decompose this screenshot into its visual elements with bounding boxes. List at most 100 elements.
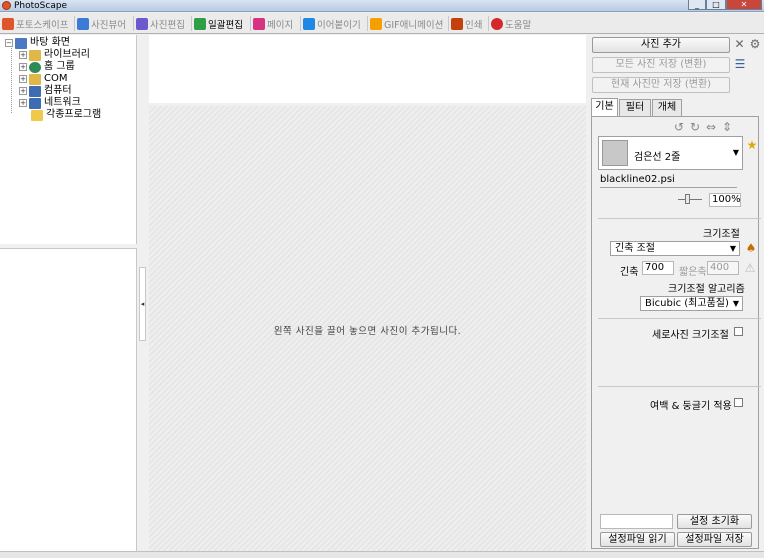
list-icon[interactable]: ☰ bbox=[733, 57, 747, 71]
print-icon bbox=[451, 18, 463, 30]
basic-tab-content: ↺ ↻ ⇔ ⇕ 검은선 2줄 ▼ ★ blackline02.psi 100% … bbox=[591, 116, 761, 549]
expand-toggle[interactable]: + bbox=[19, 99, 27, 107]
favorite-resize-icon[interactable]: ♠ bbox=[745, 241, 757, 255]
photoscape-app-icon bbox=[2, 1, 11, 10]
tab-label: 도움말 bbox=[505, 20, 532, 31]
expand-toggle[interactable]: + bbox=[19, 87, 27, 95]
chevron-down-icon: ▼ bbox=[729, 244, 736, 253]
rotate-left-icon[interactable]: ↺ bbox=[673, 120, 685, 134]
tree-item-programs[interactable]: 각종프로그램 bbox=[31, 109, 101, 121]
collapse-toggle[interactable]: − bbox=[5, 39, 13, 47]
opacity-slider-track[interactable] bbox=[678, 199, 702, 200]
editor-icon bbox=[136, 18, 148, 30]
tab-gif-animation[interactable]: GIF애니메이션 bbox=[370, 15, 443, 33]
batch-editor-icon bbox=[194, 18, 206, 30]
algorithm-select[interactable]: Bicubic (최고품질) ▼ bbox=[640, 296, 743, 311]
tab-basic[interactable]: 기본 bbox=[591, 98, 618, 116]
main-tab-bar: 포토스케이프 사진뷰어 사진편집 일괄편집 페이지 이어붙이기 GIF애니메이션… bbox=[0, 13, 764, 34]
settings-name-field[interactable] bbox=[600, 514, 673, 529]
expand-toggle[interactable]: + bbox=[19, 75, 27, 83]
frame-file-name: blackline02.psi bbox=[600, 174, 675, 185]
tab-label: 인쇄 bbox=[465, 20, 483, 31]
flip-vertical-icon[interactable]: ⇕ bbox=[721, 120, 733, 134]
resize-mode-select[interactable]: 긴축 조절 ▼ bbox=[610, 241, 740, 256]
folder-icon bbox=[31, 109, 43, 121]
save-settings-button[interactable]: 설정파일 저장 bbox=[677, 532, 752, 547]
tab-label: GIF애니메이션 bbox=[384, 20, 444, 31]
portrait-resize-checkbox[interactable] bbox=[734, 327, 743, 336]
window-title: PhotoScape bbox=[14, 1, 68, 11]
chevron-down-icon: ▼ bbox=[732, 148, 739, 157]
status-bar bbox=[0, 551, 764, 558]
tab-object[interactable]: 개체 bbox=[652, 99, 682, 116]
expand-toggle[interactable]: + bbox=[19, 63, 27, 71]
save-current-button[interactable]: 현재 사진만 저장 (변환) bbox=[592, 77, 730, 93]
gif-icon bbox=[370, 18, 382, 30]
tab-page[interactable]: 페이지 bbox=[253, 15, 293, 33]
panel-splitter[interactable]: ◂ bbox=[138, 35, 148, 551]
rotate-right-icon[interactable]: ↻ bbox=[689, 120, 701, 134]
drop-area[interactable]: 왼쪽 사진을 끌어 놓으면 사진이 추가됩니다. bbox=[149, 106, 586, 551]
close-button[interactable]: ✕ bbox=[726, 0, 762, 10]
tree-item-label: 홈 그룹 bbox=[44, 61, 75, 72]
tree-item-label: 바탕 화면 bbox=[30, 37, 70, 48]
tab-filter[interactable]: 필터 bbox=[619, 99, 651, 116]
tab-label: 사진뷰어 bbox=[91, 20, 126, 31]
tab-print[interactable]: 인쇄 bbox=[451, 15, 482, 33]
tab-label: 일괄편집 bbox=[208, 20, 243, 31]
flip-horizontal-icon[interactable]: ⇔ bbox=[705, 120, 717, 134]
long-axis-input[interactable]: 700 bbox=[642, 261, 674, 275]
tree-item-computer[interactable]: + 컴퓨터 bbox=[19, 85, 72, 97]
opacity-field[interactable]: 100% bbox=[709, 193, 741, 207]
tree-item-library[interactable]: + 라이브러리 bbox=[19, 49, 90, 61]
page-icon bbox=[253, 18, 265, 30]
tree-item-desktop[interactable]: − 바탕 화면 bbox=[5, 37, 70, 49]
tab-label: 이어붙이기 bbox=[317, 20, 361, 31]
tab-photoscape[interactable]: 포토스케이프 bbox=[2, 15, 68, 33]
algorithm-value: Bicubic (최고품질) bbox=[645, 298, 729, 309]
tab-combine[interactable]: 이어붙이기 bbox=[303, 15, 361, 33]
algorithm-title: 크기조절 알고리즘 bbox=[668, 284, 745, 295]
library-icon bbox=[29, 49, 41, 61]
margin-round-checkbox[interactable] bbox=[734, 398, 743, 407]
tree-item-label: 라이브러리 bbox=[44, 49, 90, 60]
frame-select[interactable]: 검은선 2줄 ▼ bbox=[598, 136, 743, 170]
file-list-panel[interactable] bbox=[0, 248, 137, 551]
tree-item-network[interactable]: + 네트워크 bbox=[19, 97, 81, 109]
load-settings-button[interactable]: 설정파일 읽기 bbox=[600, 532, 675, 547]
reset-settings-button[interactable]: 설정 초기화 bbox=[677, 514, 752, 529]
chevron-down-icon: ▼ bbox=[732, 299, 739, 308]
expand-toggle[interactable]: + bbox=[19, 51, 27, 59]
drop-hint-text: 왼쪽 사진을 끌어 놓으면 사진이 추가됩니다. bbox=[273, 326, 462, 337]
minimize-button[interactable]: _ bbox=[688, 0, 706, 10]
resize-title: 크기조절 bbox=[703, 229, 740, 240]
portrait-resize-label: 세로사진 크기조절 bbox=[652, 330, 729, 341]
tab-editor[interactable]: 사진편집 bbox=[136, 15, 185, 33]
tab-viewer[interactable]: 사진뷰어 bbox=[77, 15, 126, 33]
settings-gear-icon[interactable]: ⚙ bbox=[748, 37, 762, 51]
desktop-icon bbox=[15, 37, 27, 49]
tab-batch-editor[interactable]: 일괄편집 bbox=[194, 15, 243, 33]
collapse-panel-handle[interactable]: ◂ bbox=[139, 267, 146, 341]
short-axis-input[interactable]: 400 bbox=[707, 261, 739, 275]
network-icon bbox=[29, 97, 41, 109]
add-photo-button[interactable]: 사진 추가 bbox=[592, 37, 730, 53]
help-icon bbox=[491, 18, 503, 30]
viewer-icon bbox=[77, 18, 89, 30]
margin-round-label: 여백 & 둥글기 적용 bbox=[650, 401, 732, 412]
tab-help[interactable]: 도움말 bbox=[491, 15, 531, 33]
tree-item-homegroup[interactable]: + 홈 그룹 bbox=[19, 61, 75, 73]
tree-item-com[interactable]: + COM bbox=[19, 73, 67, 85]
combine-icon bbox=[303, 18, 315, 30]
favorite-star-icon[interactable]: ★ bbox=[746, 138, 758, 152]
resize-mode-value: 긴축 조절 bbox=[615, 243, 655, 254]
remove-icon[interactable]: ✕ bbox=[733, 37, 746, 51]
user-folder-icon bbox=[29, 73, 41, 85]
warning-icon: ⚠ bbox=[744, 261, 756, 275]
photo-strip[interactable] bbox=[149, 35, 586, 103]
folder-tree: − 바탕 화면 + 라이브러리 + 홈 그룹 + COM + 컴퓨터 + 네트워… bbox=[0, 35, 137, 244]
computer-icon bbox=[29, 85, 41, 97]
save-all-button[interactable]: 모든 사진 저장 (변환) bbox=[592, 57, 730, 73]
opacity-slider-thumb[interactable] bbox=[685, 194, 690, 204]
maximize-button[interactable]: □ bbox=[706, 0, 726, 10]
